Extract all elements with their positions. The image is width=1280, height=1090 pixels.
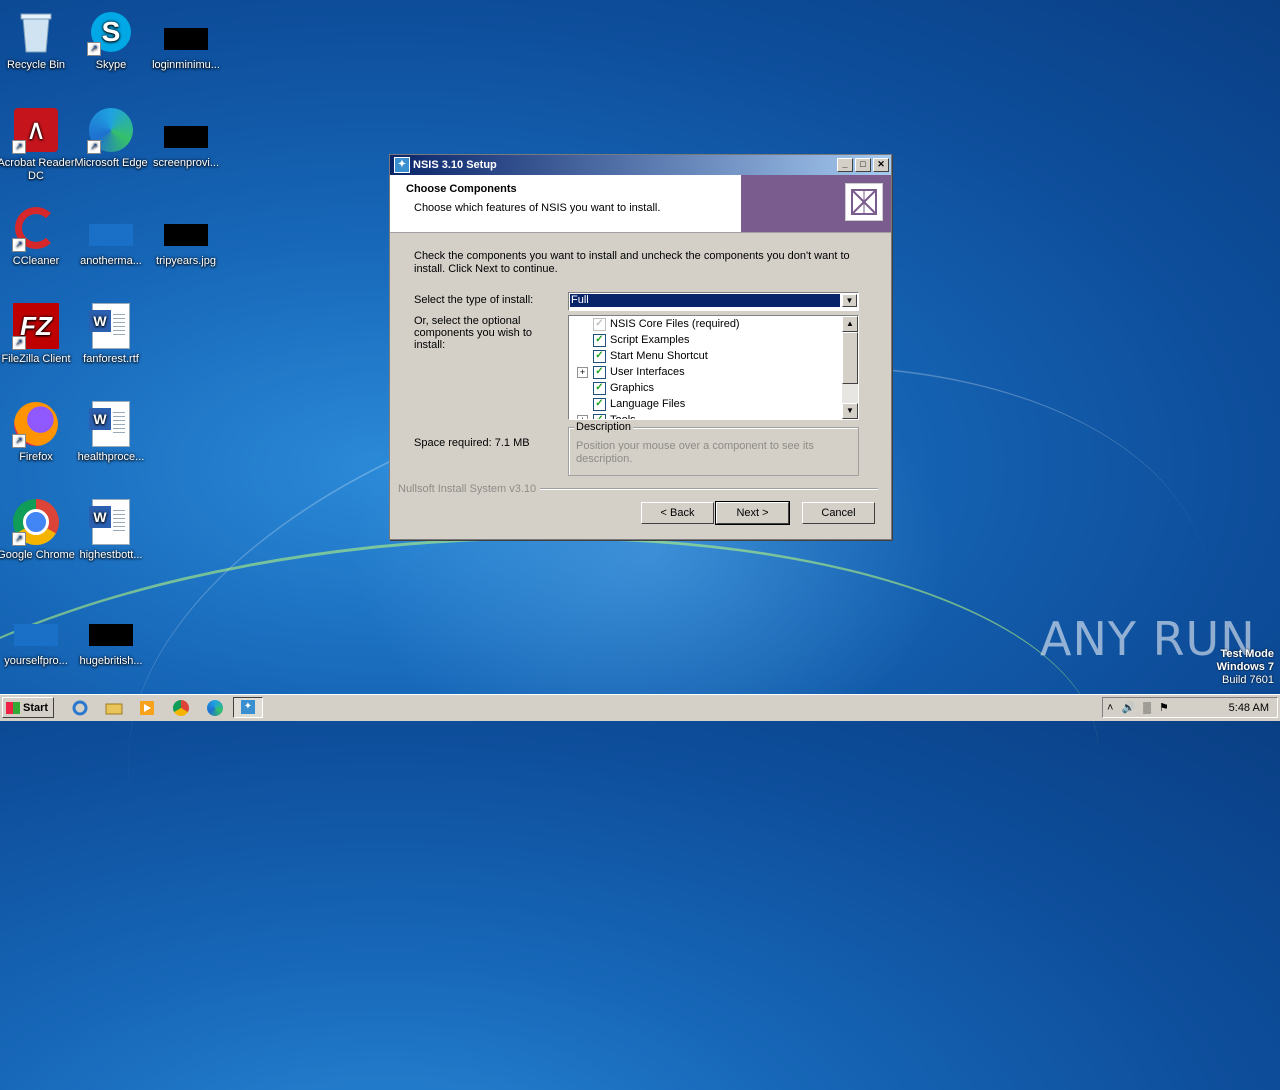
component-item[interactable]: ✓ NSIS Core Files (required): [593, 316, 740, 332]
desktop-icon-screenprovi[interactable]: screenprovi...: [147, 106, 225, 170]
file-thumbnail-icon: [87, 604, 135, 652]
instructions-text: Check the components you want to install…: [414, 250, 850, 275]
file-icon: [12, 604, 60, 652]
back-button[interactable]: < Back: [641, 502, 714, 524]
show-hidden-icons-icon[interactable]: ˄: [1107, 702, 1113, 714]
image-thumbnail-icon: [162, 204, 210, 252]
description-legend: Description: [574, 421, 634, 433]
scroll-down-icon[interactable]: ▼: [842, 403, 858, 419]
file-thumbnail-icon: [162, 8, 210, 56]
desktop-icon-yourselfpro[interactable]: yourselfpro...: [0, 604, 75, 668]
desktop-icon-ccleaner[interactable]: ↗ CCleaner: [0, 204, 75, 268]
components-scrollbar[interactable]: ▲ ▼: [842, 316, 858, 419]
maximize-button[interactable]: □: [855, 158, 871, 172]
branding-text: Nullsoft Install System v3.10: [398, 483, 878, 495]
desktop-icon-anotherma[interactable]: anotherma...: [72, 204, 150, 268]
close-button[interactable]: ✕: [873, 158, 889, 172]
action-center-flag-icon[interactable]: ⚑: [1159, 701, 1169, 714]
nsis-taskbar-button[interactable]: ✦: [233, 697, 263, 718]
nsis-app-icon: ✦: [394, 157, 410, 173]
component-checkbox[interactable]: ✓: [593, 365, 606, 379]
clock[interactable]: 5:48 AM: [1229, 702, 1269, 714]
desktop-icon-highestbott[interactable]: W highestbott...: [72, 498, 150, 562]
ccleaner-icon: ↗: [12, 204, 60, 252]
component-item[interactable]: ✓ Language Files: [593, 396, 685, 412]
component-checkbox[interactable]: ✓: [593, 397, 606, 411]
chrome-icon: ↗: [12, 498, 60, 546]
speaker-icon[interactable]: 🔊: [1121, 701, 1135, 714]
install-type-label: Select the type of install:: [414, 294, 534, 306]
next-button[interactable]: Next >: [715, 501, 790, 525]
start-button[interactable]: Start: [2, 697, 54, 718]
desktop-icon-chrome[interactable]: ↗ Google Chrome: [0, 498, 75, 562]
scroll-up-icon[interactable]: ▲: [842, 316, 858, 332]
firefox-icon: ↗: [12, 400, 60, 448]
media-player-icon[interactable]: [137, 698, 157, 718]
skype-icon: S ↗: [87, 8, 135, 56]
desktop-icon-tripyears[interactable]: tripyears.jpg: [147, 204, 225, 268]
scroll-thumb[interactable]: [842, 332, 858, 384]
space-required: Space required: 7.1 MB: [414, 437, 530, 449]
optional-components-label: Or, select the optional components you w…: [414, 315, 533, 351]
minimize-button[interactable]: _: [837, 158, 853, 172]
acrobat-icon: ∧ ↗: [12, 106, 60, 154]
desktop-icon-hugebritish[interactable]: hugebritish...: [72, 604, 150, 668]
windows-logo-icon: [6, 701, 20, 714]
nsis-logo-icon: [845, 183, 883, 221]
component-checkbox[interactable]: ✓: [593, 413, 606, 419]
system-tray: ˄ 🔊 ▒ ⚑ 5:48 AM: [1102, 697, 1278, 718]
desktop-icon-edge[interactable]: ↗ Microsoft Edge: [72, 106, 150, 170]
file-thumbnail-icon: [162, 106, 210, 154]
internet-explorer-icon[interactable]: [70, 698, 90, 718]
file-explorer-icon[interactable]: [104, 698, 124, 718]
word-document-icon: W: [87, 302, 135, 350]
description-text: Position your mouse over a component to …: [576, 440, 814, 465]
window-title: NSIS 3.10 Setup: [413, 159, 497, 171]
component-item[interactable]: ✓ Graphics: [593, 380, 654, 396]
desktop-icon-acrobat[interactable]: ∧ ↗ Acrobat Reader DC: [0, 106, 75, 183]
chrome-taskbar-icon[interactable]: [171, 698, 191, 718]
edge-icon: ↗: [87, 106, 135, 154]
network-icon[interactable]: ▒: [1143, 702, 1151, 714]
desktop-icon-firefox[interactable]: ↗ Firefox: [0, 400, 75, 464]
cancel-button[interactable]: Cancel: [802, 502, 875, 524]
desktop-icon-filezilla[interactable]: FZ ↗ FileZilla Client: [0, 302, 75, 366]
component-checkbox[interactable]: ✓: [593, 381, 606, 395]
file-icon: [87, 204, 135, 252]
install-type-value: Full: [570, 294, 840, 307]
components-tree[interactable]: ✓ NSIS Core Files (required) ✓ Script Ex…: [568, 315, 859, 420]
description-groupbox: Description Position your mouse over a c…: [568, 421, 859, 476]
wizard-header: Choose Components Choose which features …: [390, 175, 891, 233]
install-type-select[interactable]: Full ▼: [568, 292, 859, 311]
desktop-icon-recycle-bin[interactable]: Recycle Bin: [0, 8, 75, 72]
component-checkbox[interactable]: ✓: [593, 333, 606, 347]
desktop-icon-fanforest[interactable]: W fanforest.rtf: [72, 302, 150, 366]
recycle-bin-icon: [12, 8, 60, 56]
chevron-down-icon[interactable]: ▼: [842, 294, 857, 307]
word-document-icon: W: [87, 498, 135, 546]
nsis-setup-window: ✦ NSIS 3.10 Setup _ □ ✕ Choose Component…: [389, 154, 892, 540]
nsis-app-icon: ✦: [241, 700, 255, 714]
window-titlebar[interactable]: ✦ NSIS 3.10 Setup _ □ ✕: [390, 155, 891, 175]
filezilla-icon: FZ ↗: [12, 302, 60, 350]
taskbar: Start ✦ ˄ 🔊 ▒ ⚑ 5:48 AM: [0, 694, 1280, 721]
desktop-icon-loginminimu[interactable]: loginminimu...: [147, 8, 225, 72]
component-item[interactable]: ✓ Start Menu Shortcut: [593, 348, 708, 364]
header-banner: [741, 175, 891, 232]
page-subtitle: Choose which features of NSIS you want t…: [414, 202, 661, 214]
expand-icon[interactable]: +: [577, 366, 588, 378]
desktop-icon-skype[interactable]: S ↗ Skype: [72, 8, 150, 72]
branding-divider: [540, 488, 878, 490]
component-checkbox[interactable]: ✓: [593, 349, 606, 363]
component-checkbox: ✓: [593, 317, 606, 331]
edge-taskbar-icon[interactable]: [205, 698, 225, 718]
component-item[interactable]: ✓ Script Examples: [593, 332, 689, 348]
page-title: Choose Components: [406, 183, 517, 195]
expand-icon[interactable]: +: [577, 414, 588, 419]
test-mode-text: Test Mode Windows 7 Build 7601: [1216, 648, 1274, 686]
word-document-icon: W: [87, 400, 135, 448]
component-item[interactable]: + ✓ Tools: [575, 412, 636, 419]
component-item[interactable]: + ✓ User Interfaces: [575, 364, 685, 380]
desktop-icon-healthproce[interactable]: W healthproce...: [72, 400, 150, 464]
